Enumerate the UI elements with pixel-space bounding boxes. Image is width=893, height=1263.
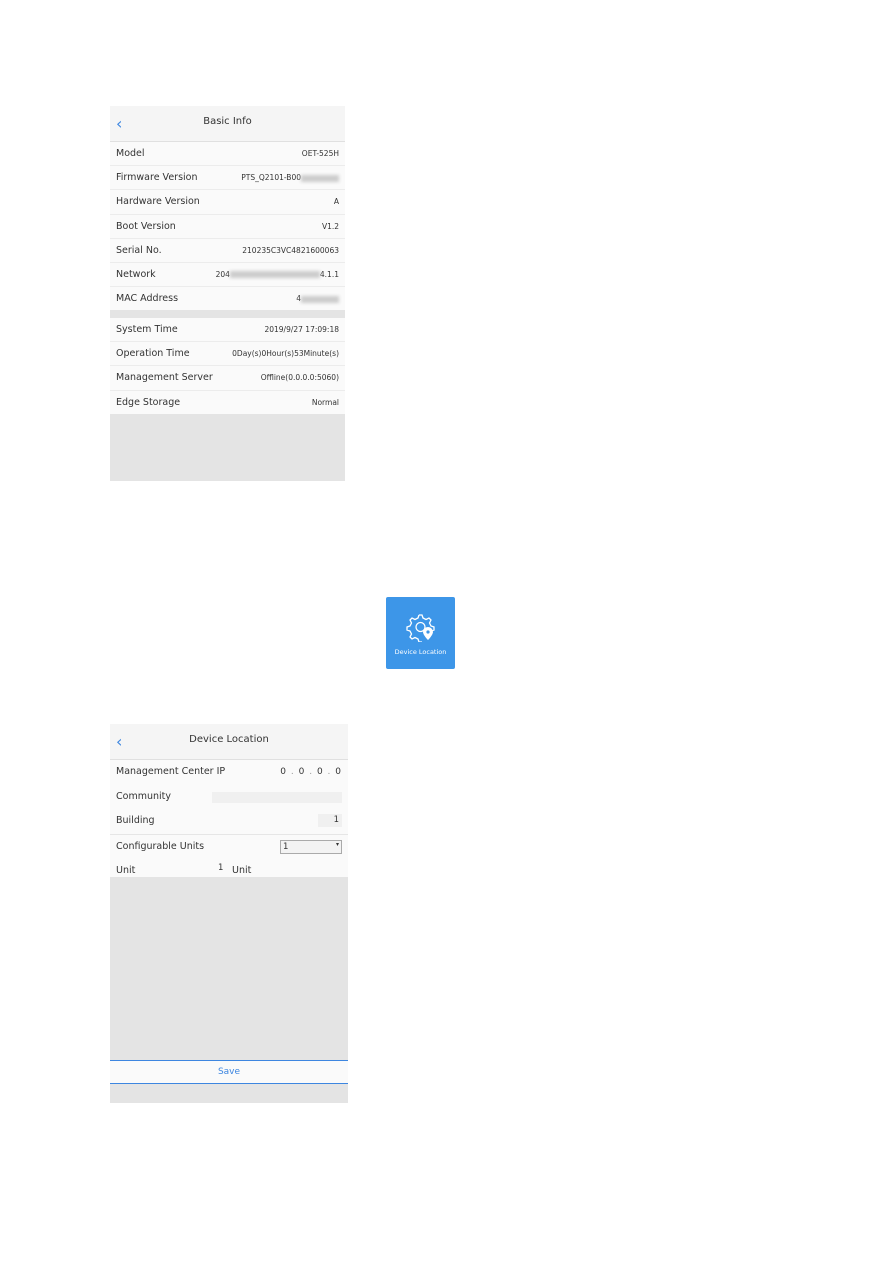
- header: ‹ Device Location: [110, 724, 348, 760]
- row-value: Normal: [312, 398, 339, 407]
- blurred-value: [301, 174, 339, 182]
- units-value: 1: [283, 841, 289, 852]
- value-text: 2019/9/27 17:09:18: [264, 325, 339, 334]
- row-value: OET-525H: [302, 149, 339, 158]
- info-row: Edge Storage Normal: [110, 391, 345, 414]
- units-label: Configurable Units: [116, 840, 205, 852]
- row-label: Hardware Version: [116, 196, 200, 208]
- row-label: Edge Storage: [116, 396, 181, 408]
- value-text: 0Day(s)0Hour(s)53Minute(s): [232, 349, 339, 359]
- value-text: A: [333, 197, 339, 207]
- value-suffix: 4.1.1: [319, 269, 339, 279]
- info-row: Serial No. 210235C3VC4821600063: [110, 239, 345, 263]
- blurred-value: [229, 271, 320, 279]
- row-value: PTS_Q2101-B00: [241, 173, 339, 182]
- save-button[interactable]: Save: [110, 1060, 348, 1084]
- blurred-value: [301, 295, 339, 303]
- unit-suffix: Unit: [232, 865, 252, 876]
- building-row: Building 1: [110, 809, 348, 835]
- ip-dot: .: [323, 767, 336, 777]
- building-label: Building: [116, 815, 155, 826]
- row-value: A: [334, 197, 339, 206]
- device-location-screen: ‹ Device Location Management Center IP 0…: [110, 724, 348, 1103]
- device-location-tile[interactable]: Device Location: [386, 597, 455, 669]
- community-label: Community: [116, 790, 171, 802]
- row-value: 204 4.1.1: [216, 270, 339, 279]
- value-text: 210235C3VC4821600063: [242, 245, 339, 255]
- status-group: System Time 2019/9/27 17:09:18 Operation T…: [110, 318, 345, 414]
- row-label: Boot Version: [116, 220, 176, 232]
- header: ‹ Basic Info: [110, 106, 345, 142]
- building-input[interactable]: 1: [318, 814, 342, 827]
- row-value: 210235C3VC4821600063: [242, 246, 339, 255]
- value-text: PTS_Q2101-B00: [241, 173, 301, 183]
- value-text: Normal: [311, 397, 339, 407]
- ip-dot: .: [305, 767, 317, 777]
- gear-location-icon: [406, 614, 435, 642]
- row-label: Firmware Version: [116, 172, 198, 184]
- configurable-units-row: Configurable Units 1 ▾: [110, 835, 348, 860]
- row-label: MAC Address: [116, 293, 179, 305]
- community-row: Community: [110, 785, 348, 810]
- community-input[interactable]: [212, 791, 342, 803]
- info-row: MAC Address 4: [110, 287, 345, 310]
- row-label: Network: [116, 268, 156, 280]
- unit-input[interactable]: 1: [218, 863, 223, 873]
- ip-octet[interactable]: 0: [280, 767, 287, 777]
- info-row: System Time 2019/9/27 17:09:18: [110, 318, 345, 343]
- row-value: V1.2: [322, 222, 339, 231]
- row-label: Operation Time: [116, 348, 190, 360]
- row-value: 4: [296, 294, 339, 303]
- ip-dot: .: [287, 767, 299, 777]
- row-label: Serial No.: [116, 244, 162, 256]
- info-row: Boot Version V1.2: [110, 215, 345, 239]
- device-info-group: Model OET-525H Firmware Version PTS_Q2101-B…: [110, 142, 345, 311]
- dropdown-arrow-icon: ▾: [335, 840, 339, 848]
- unit-row: Unit 1 Unit: [110, 859, 348, 884]
- page-title: Basic Info: [203, 116, 252, 127]
- info-row: Operation Time 0Day(s)0Hour(s)53Minute(s): [110, 342, 345, 367]
- units-select[interactable]: 1 ▾: [280, 839, 342, 854]
- row-value: Offline(0.0.0.0:5060): [261, 373, 339, 382]
- basic-info-screen: ‹ Basic Info Model OET-525H Firmware Versi…: [110, 106, 345, 481]
- tile-label: Device Location: [394, 648, 447, 656]
- value-text: Offline(0.0.0.0:5060): [260, 373, 339, 383]
- unit-label: Unit: [116, 865, 136, 876]
- row-value: 2019/9/27 17:09:18: [264, 325, 339, 334]
- row-label: System Time: [116, 324, 178, 335]
- info-row: Hardware Version A: [110, 190, 345, 215]
- mgmt-ip-label: Management Center IP: [116, 766, 226, 777]
- mgmt-ip-row: Management Center IP 0 . 0 . 0 . 0: [110, 760, 348, 785]
- page-title: Device Location: [189, 734, 269, 745]
- ip-octet[interactable]: 0: [317, 767, 324, 777]
- location-form: Management Center IP 0 . 0 . 0 . 0 Commu…: [110, 760, 348, 877]
- info-row: Management Server Offline(0.0.0.0:5060): [110, 366, 345, 391]
- info-row: Model OET-525H: [110, 142, 345, 167]
- mgmt-ip-input[interactable]: 0 . 0 . 0 . 0: [280, 767, 342, 777]
- ip-octet[interactable]: 0: [335, 767, 342, 777]
- row-label: Model: [116, 148, 145, 159]
- value-text: V1.2: [321, 221, 339, 231]
- value-text: OET-525H: [301, 149, 339, 158]
- info-row: Network 204 4.1.1: [110, 263, 345, 288]
- row-value: 0Day(s)0Hour(s)53Minute(s): [232, 349, 339, 358]
- row-label: Management Server: [116, 372, 213, 384]
- info-row: Firmware Version PTS_Q2101-B00: [110, 166, 345, 191]
- value-text: 204: [215, 269, 230, 279]
